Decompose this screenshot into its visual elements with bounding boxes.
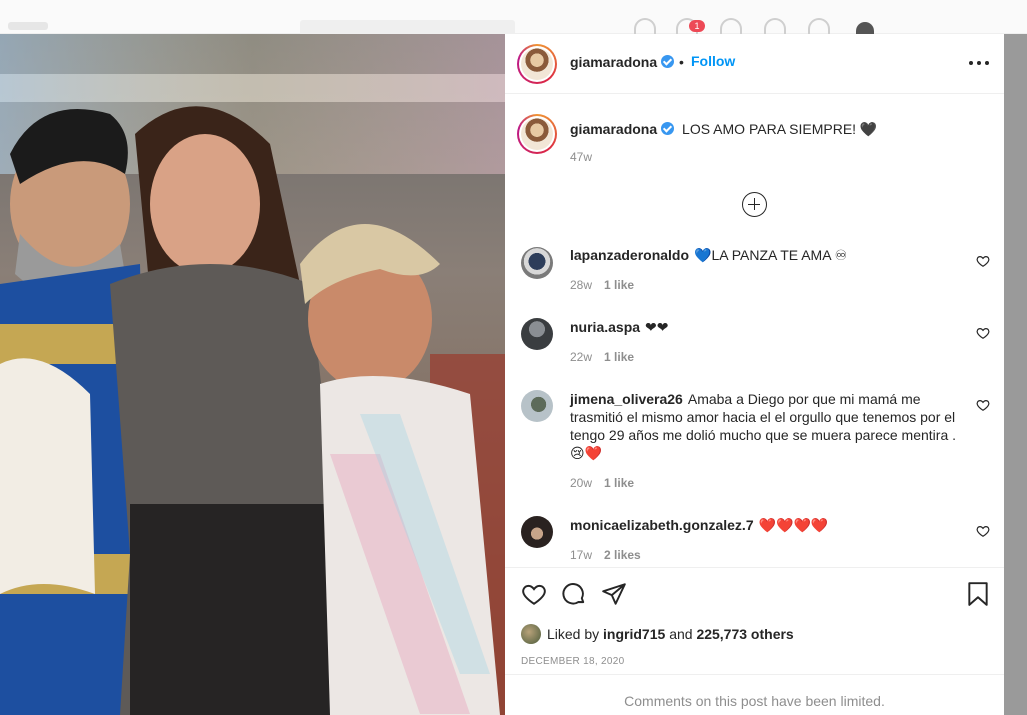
comments-limited-notice: Comments on this post have been limited. [624,693,885,709]
comment-avatar[interactable] [521,318,553,350]
author-username[interactable]: giamaradona [570,54,657,70]
post-date[interactable]: DECEMBER 18, 2020 [521,656,624,667]
liked-by-user[interactable]: ingrid715 [603,626,665,642]
instagram-top-nav: 1 [0,0,1027,38]
caption-text-line: giamaradona LOS AMO PARA SIEMPRE! 🖤 [570,120,990,138]
comment-meta: 20w 1 like [570,476,634,490]
load-more-comments-icon[interactable] [742,192,767,217]
comment-likes[interactable]: 1 like [604,350,634,364]
liked-by-prefix: Liked by [547,626,600,642]
comment-text: ❤❤ [645,319,669,335]
heart-icon[interactable] [521,581,547,607]
post-header: giamaradona • Follow [505,34,1004,94]
notification-badge: 1 [689,20,705,32]
more-options-icon[interactable] [967,53,991,73]
comment-username[interactable]: lapanzaderonaldo [570,247,689,263]
bookmark-icon[interactable] [965,581,991,607]
comment-like-heart-icon[interactable] [976,524,990,538]
post-photo-illustration [0,34,505,715]
comment-username[interactable]: jimena_olivera26 [570,391,683,407]
comment-time[interactable]: 28w [570,278,592,292]
comments-limited-bar: Comments on this post have been limited. [505,674,1004,715]
comment-avatar[interactable] [521,516,553,548]
liker-avatar[interactable] [521,624,541,644]
caption-text: LOS AMO PARA SIEMPRE! 🖤 [682,121,878,137]
comment-avatar[interactable] [521,390,553,422]
comment-meta: 28w 1 like [570,278,634,292]
post-detail-panel: giamaradona • Follow giamaradona LOS AMO… [505,34,1004,715]
comment-like-heart-icon[interactable] [976,254,990,268]
instagram-logo[interactable] [8,22,48,30]
share-icon[interactable] [601,581,627,607]
modal-backdrop[interactable] [1004,34,1027,715]
comment-username[interactable]: monicaelizabeth.gonzalez.7 [570,517,754,533]
comment-likes[interactable]: 2 likes [604,548,641,562]
liked-by-count[interactable]: 225,773 others [696,626,793,642]
comment-like-heart-icon[interactable] [976,398,990,412]
caption-avatar[interactable] [517,114,557,154]
comment-time[interactable]: 17w [570,548,592,562]
comment-username[interactable]: nuria.aspa [570,319,640,335]
comment-likes[interactable]: 1 like [604,278,634,292]
comment-meta: 17w 2 likes [570,548,641,562]
comment-time[interactable]: 20w [570,476,592,490]
verified-icon [661,122,675,135]
post-actions-bar [505,567,1004,629]
comment-likes[interactable]: 1 like [604,476,634,490]
post-photo[interactable] [0,34,505,715]
comment-avatar[interactable] [521,247,553,279]
comment-icon[interactable] [561,581,587,607]
follow-button[interactable]: Follow [691,53,735,69]
comment-body: jimena_olivera26 Amaba a Diego por que mi… [570,390,962,462]
comment-text: 💙LA PANZA TE AMA ♾ [694,247,848,263]
liked-by-and: and [669,626,693,642]
caption-timestamp[interactable]: 47w [570,150,592,164]
comment-meta: 22w 1 like [570,350,634,364]
comment-like-heart-icon[interactable] [976,326,990,340]
header-separator: • [679,54,684,70]
author-avatar[interactable] [517,44,557,84]
comment-time[interactable]: 22w [570,350,592,364]
comment-body: monicaelizabeth.gonzalez.7 ❤️❤️❤️❤️ [570,516,962,534]
caption-username[interactable]: giamaradona [570,121,657,137]
comment-body: lapanzaderonaldo 💙LA PANZA TE AMA ♾ [570,246,962,264]
verified-icon [661,55,675,68]
comment-body: nuria.aspa ❤❤ [570,318,962,336]
comment-text: ❤️❤️❤️❤️ [758,517,829,533]
liked-by-line: Liked by ingrid715 and 225,773 others [521,624,794,644]
